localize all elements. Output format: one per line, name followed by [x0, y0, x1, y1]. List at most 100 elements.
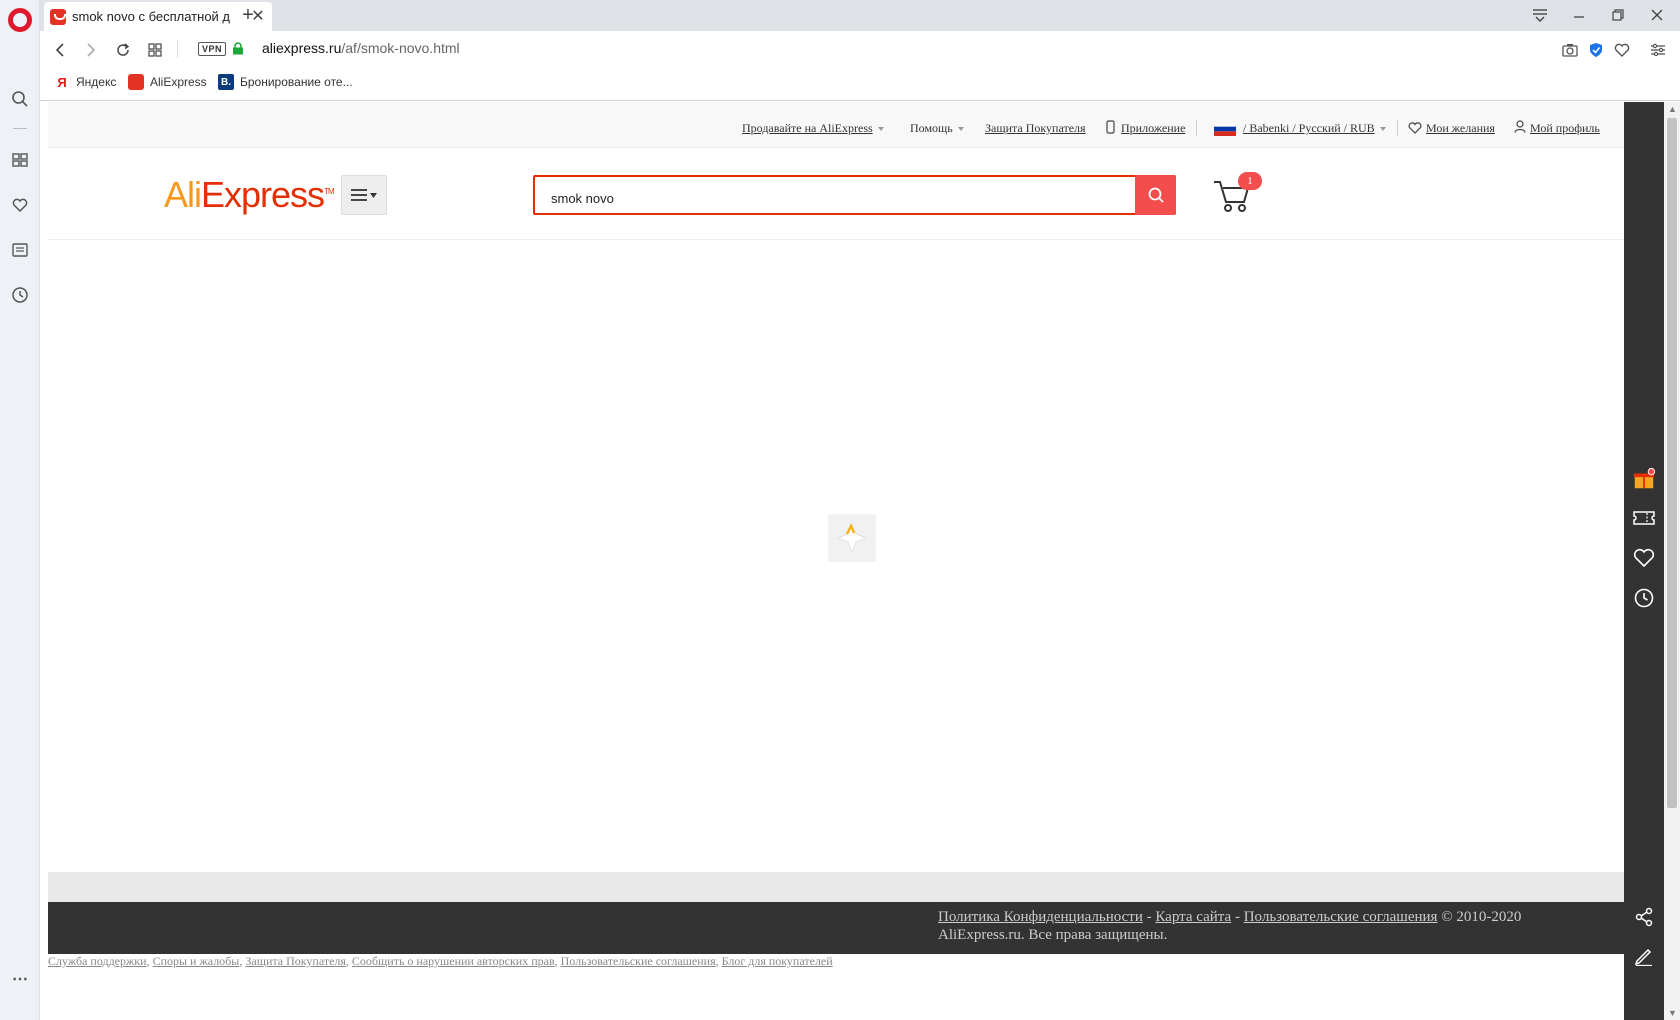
topbar-divider	[1196, 120, 1197, 136]
scroll-down-icon[interactable]: ▼	[1668, 1008, 1677, 1018]
scrollbar-thumb[interactable]	[1667, 118, 1677, 808]
user-icon	[1514, 120, 1526, 138]
region-label: / Babenki / Русский / RUB	[1243, 121, 1375, 135]
site-header: AliExpressTM 1	[48, 148, 1624, 240]
bookmark-yandex[interactable]: Я Яндекс	[54, 74, 116, 90]
heart-icon[interactable]	[9, 194, 31, 216]
terms-link[interactable]: Пользовательские соглашения	[1244, 909, 1438, 925]
copyright-report-link[interactable]: Сообщить о нарушении авторских прав	[352, 954, 555, 968]
history-icon[interactable]	[9, 284, 31, 306]
bookmark-booking[interactable]: B. Бронирование оте...	[218, 74, 353, 90]
forward-icon[interactable]	[80, 39, 102, 61]
aliexpress-logo[interactable]: AliExpressTM	[164, 174, 335, 216]
bookmark-aliexpress[interactable]: AliExpress	[128, 74, 207, 90]
yandex-icon: Я	[57, 74, 67, 90]
bookmark-label: AliExpress	[150, 75, 207, 89]
vpn-badge[interactable]: VPN	[198, 42, 227, 56]
page-scrollbar[interactable]: ▲ ▼	[1664, 102, 1680, 1020]
sell-link[interactable]: Продавайте на AliExpress	[742, 121, 884, 136]
user-agreements-link[interactable]: Пользовательские соглашения	[561, 954, 716, 968]
link-separator: ,	[345, 954, 349, 968]
sitemap-link[interactable]: Карта сайта	[1155, 909, 1231, 925]
blog-link[interactable]: Блог для покупателей	[722, 954, 833, 968]
wishlist-rail-icon[interactable]	[1632, 546, 1656, 570]
help-label: Помощь	[910, 121, 953, 135]
sell-link-label: Продавайте на AliExpress	[742, 121, 873, 135]
link-separator: ,	[715, 954, 719, 968]
gift-icon[interactable]	[1632, 467, 1656, 491]
footer-dash: -	[1234, 909, 1240, 925]
wishlist-link[interactable]: Мои желания	[1426, 121, 1495, 136]
search-button[interactable]	[1135, 175, 1176, 215]
address-divider	[177, 40, 178, 58]
russia-flag-icon	[1214, 122, 1236, 136]
buyer-protection-link[interactable]: Защита Покупателя	[985, 121, 1086, 136]
opera-sidebar: ⋯	[0, 0, 40, 1020]
aliexpress-favicon-icon	[50, 8, 66, 25]
reload-icon[interactable]	[112, 39, 134, 61]
region-selector[interactable]: / Babenki / Русский / RUB	[1243, 121, 1386, 136]
tab-menu-icon[interactable]	[1525, 4, 1555, 26]
link-separator: ,	[554, 954, 558, 968]
footer: Политика Конфиденциальности - Карта сайт…	[48, 902, 1624, 954]
minimize-icon[interactable]	[1564, 4, 1594, 26]
tab-strip: smok novo с бесплатной д ✕ +	[40, 0, 1680, 31]
feedback-pen-icon[interactable]	[1632, 944, 1656, 968]
url-path: /af/smok-novo.html	[341, 40, 460, 56]
help-menu[interactable]: Помощь	[910, 121, 964, 136]
privacy-link[interactable]: Политика Конфиденциальности	[938, 909, 1143, 925]
logo-tm: TM	[324, 187, 335, 196]
link-separator: ,	[146, 954, 150, 968]
shield-icon[interactable]	[1585, 39, 1607, 61]
footer-bottom-links: Служба поддержки, Споры и жалобы, Защита…	[48, 954, 833, 969]
footer-dash: -	[1146, 909, 1152, 925]
new-tab-icon[interactable]: +	[236, 4, 260, 27]
speed-dial-icon[interactable]	[9, 149, 31, 171]
profile-link[interactable]: Мой профиль	[1530, 121, 1600, 136]
easy-setup-icon[interactable]	[1647, 39, 1669, 61]
share-icon[interactable]	[1632, 905, 1656, 929]
categories-button[interactable]	[341, 175, 387, 215]
loading-star-icon	[836, 522, 868, 554]
loading-spinner	[828, 514, 876, 562]
camera-icon[interactable]	[1559, 39, 1581, 61]
address-bar: VPN aliexpress.ru/af/smok-novo.html	[40, 31, 1680, 67]
wishlist-heart-icon	[1408, 121, 1422, 139]
topbar-divider	[1397, 120, 1398, 136]
phone-icon	[1106, 120, 1115, 139]
more-icon[interactable]: ⋯	[9, 968, 31, 990]
bookmark-heart-icon[interactable]	[1611, 39, 1633, 61]
search-icon	[1148, 187, 1164, 203]
support-link[interactable]: Служба поддержки	[48, 954, 147, 968]
scroll-up-icon[interactable]: ▲	[1668, 104, 1677, 114]
history-rail-icon[interactable]	[1632, 586, 1656, 610]
aliexpress-icon	[128, 74, 144, 90]
news-icon[interactable]	[9, 239, 31, 261]
url-host: aliexpress.ru	[262, 40, 342, 56]
bookmark-label: Бронирование оте...	[240, 75, 353, 89]
tab-title: smok novo с бесплатной д	[72, 9, 231, 24]
buyer-protection-bottom-link[interactable]: Защита Покупателя	[245, 954, 346, 968]
disputes-link[interactable]: Споры и жалобы	[153, 954, 240, 968]
back-icon[interactable]	[49, 39, 71, 61]
site-topbar: Продавайте на AliExpress Помощь Защита П…	[48, 102, 1624, 148]
search-icon[interactable]	[9, 88, 31, 110]
search-input[interactable]	[551, 191, 1111, 206]
logo-ali: Ali	[164, 174, 202, 215]
bookmark-label: Яндекс	[76, 75, 117, 89]
lock-icon[interactable]	[232, 42, 244, 55]
tabs-grid-icon[interactable]	[144, 39, 166, 61]
opera-logo-icon[interactable]	[8, 8, 32, 32]
chevron-down-icon	[1379, 127, 1386, 132]
aliexpress-page: Продавайте на AliExpress Помощь Защита П…	[48, 102, 1624, 1020]
link-separator: ,	[239, 954, 243, 968]
close-icon[interactable]	[1642, 4, 1672, 26]
booking-icon: B.	[218, 74, 234, 90]
sidebar-divider	[13, 128, 27, 129]
app-link[interactable]: Приложение	[1121, 121, 1185, 136]
restore-icon[interactable]	[1603, 4, 1633, 26]
footer-strip	[48, 872, 1624, 902]
chevron-down-icon	[957, 127, 964, 132]
url-field[interactable]: aliexpress.ru/af/smok-novo.html	[262, 40, 460, 56]
coupon-icon[interactable]	[1632, 506, 1656, 530]
